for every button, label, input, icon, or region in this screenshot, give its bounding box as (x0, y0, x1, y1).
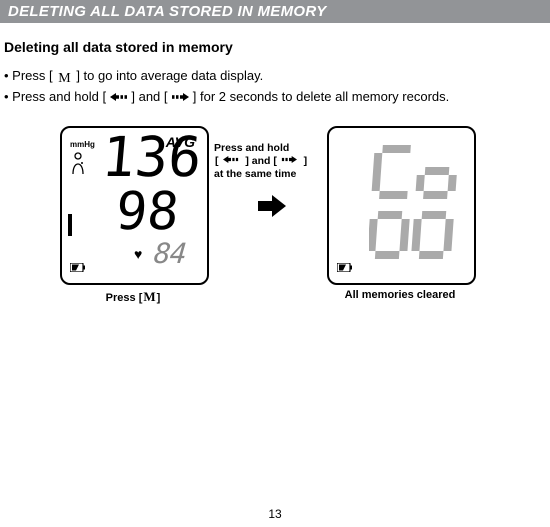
section-title-bar: DELETING ALL DATA STORED IN MEMORY (0, 0, 550, 23)
page-number: 13 (0, 507, 550, 521)
diastolic-value: 98 (116, 186, 179, 238)
step-2: • Press and hold [ ] and [ ] for 2 secon… (4, 88, 550, 106)
caption-left-a: Press [ (106, 292, 143, 304)
step-1-text-b: ] to go into average data display. (76, 68, 263, 83)
figure-area: AVG mmHg 136 98 ♥ 84 Press [M] Press and… (0, 126, 550, 356)
mid-and-text: ] and [ (242, 155, 279, 167)
step-2-text-a: • Press and hold [ (4, 89, 106, 104)
instruction-list: • Press [ M ] to go into average data di… (4, 67, 550, 106)
subheading: Deleting all data stored in memory (4, 39, 550, 55)
lcd-after (327, 126, 476, 285)
scroll-left-icon (110, 92, 128, 102)
level-bar-icon (68, 214, 72, 236)
step-2-text-b: ] and [ (131, 89, 167, 104)
caption-right: All memories cleared (305, 289, 495, 301)
section-title-text: DELETING ALL DATA STORED IN MEMORY (8, 3, 327, 20)
heart-icon: ♥ (134, 246, 142, 262)
scroll-left-icon-small (223, 155, 241, 165)
mid-bracket-close: ] (300, 155, 308, 167)
memory-m-icon-caption: M (142, 289, 156, 304)
step-1: • Press [ M ] to go into average data di… (4, 67, 550, 88)
step-1-text-a: • Press [ (4, 68, 53, 83)
lcd-before: AVG mmHg 136 98 ♥ 84 (60, 126, 209, 285)
middle-instruction: Press and hold [ ] and [ ] at the same t… (214, 142, 308, 181)
caption-left: Press [M] (48, 289, 218, 305)
scroll-right-icon (171, 92, 189, 102)
mid-bracket-open: [ (214, 155, 222, 167)
arrow-right-icon (256, 194, 288, 218)
user-icon (70, 152, 86, 176)
memory-m-icon: M (57, 70, 71, 88)
step-2-text-c: ] for 2 seconds to delete all memory rec… (193, 89, 450, 104)
pulse-value: 84 (154, 240, 186, 268)
battery-icon (70, 260, 86, 275)
systolic-value: 136 (102, 130, 201, 185)
cleared-display (369, 143, 461, 263)
scroll-right-icon-small (281, 155, 299, 165)
mmhg-label: mmHg (70, 140, 95, 149)
mid-line-1: Press and hold (214, 142, 308, 155)
caption-left-b: ] (157, 292, 161, 304)
mid-line-2: [ ] and [ ] (214, 155, 308, 168)
mid-line-3: at the same time (214, 168, 308, 181)
battery-icon-right (337, 260, 353, 275)
